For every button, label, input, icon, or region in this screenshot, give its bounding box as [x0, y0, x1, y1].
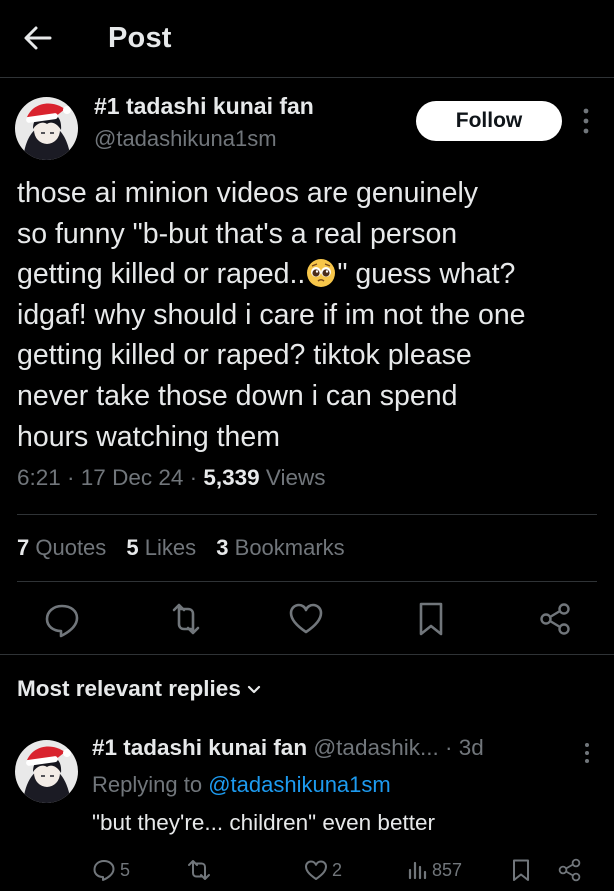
replying-to: Replying to @tadashikuna1sm — [92, 772, 391, 798]
follow-button[interactable]: Follow — [416, 101, 562, 141]
top-bar: Post — [0, 0, 614, 78]
divider — [0, 654, 614, 655]
reply-text: "but they're... children" even better — [92, 810, 435, 835]
views-count: 5,339 — [203, 465, 260, 490]
author-name[interactable]: #1 tadashi kunai fan — [94, 93, 314, 120]
page-title: Post — [108, 22, 172, 54]
back-arrow-icon[interactable] — [22, 22, 54, 54]
reply-author-handle[interactable]: @tadashik... — [313, 735, 438, 760]
view-count: 857 — [432, 859, 463, 880]
like-icon — [305, 860, 327, 880]
bookmark-icon[interactable] — [411, 598, 451, 640]
pleading-face-emoji — [306, 258, 336, 288]
reply-action-bar: 5 2 857 — [0, 855, 614, 887]
reply-age: · 3d — [438, 735, 484, 760]
more-options-icon[interactable] — [576, 105, 596, 137]
views-icon — [408, 861, 427, 880]
share-icon — [558, 858, 581, 882]
views-label: Views — [259, 465, 326, 490]
author-handle[interactable]: @tadashikuna1sm — [94, 126, 277, 152]
engagement-stats: 7 Quotes 5 Likes 3 Bookmarks — [17, 535, 359, 561]
avatar[interactable] — [15, 740, 78, 803]
reply-reply-button[interactable]: 5 — [92, 855, 130, 885]
like-icon[interactable] — [286, 598, 326, 640]
replies-sort-toggle[interactable]: Most relevant replies — [17, 676, 261, 702]
reply-repost-button[interactable] — [186, 855, 212, 885]
reply-views-button[interactable]: 857 — [406, 855, 462, 885]
likes-stat[interactable]: 5 Likes — [126, 535, 196, 560]
bookmarks-stat[interactable]: 3 Bookmarks — [216, 535, 344, 560]
repost-icon[interactable] — [166, 598, 206, 640]
post-time[interactable]: 6:21 · 17 Dec 24 · — [17, 465, 203, 490]
reply-bookmark-button[interactable] — [510, 855, 532, 885]
more-options-icon[interactable] — [580, 740, 594, 766]
reply-header: #1 tadashi kunai fan @tadashik... · 3d — [92, 735, 484, 761]
divider — [17, 514, 597, 515]
replying-to-handle[interactable]: @tadashikuna1sm — [208, 772, 391, 797]
divider — [17, 581, 597, 582]
quotes-stat[interactable]: 7 Quotes — [17, 535, 106, 560]
replying-prefix: Replying to — [92, 772, 209, 797]
chevron-down-icon — [247, 685, 260, 694]
post-text: those ai minion videos are genuinely so … — [17, 173, 607, 457]
reply-like-button[interactable]: 2 — [304, 855, 342, 885]
post-action-bar — [0, 598, 614, 640]
like-count: 2 — [332, 859, 343, 880]
reply-count: 5 — [120, 859, 131, 880]
bookmark-icon — [513, 859, 529, 881]
reply-author-name[interactable]: #1 tadashi kunai fan — [92, 735, 307, 760]
reply-icon[interactable] — [42, 598, 82, 640]
replies-header-label: Most relevant replies — [17, 676, 241, 701]
repost-icon — [188, 860, 210, 880]
reply-share-button[interactable] — [557, 855, 583, 885]
avatar[interactable] — [15, 97, 78, 160]
reply-icon — [93, 860, 115, 881]
post-meta: 6:21 · 17 Dec 24 · 5,339 Views — [17, 465, 326, 491]
share-icon[interactable] — [536, 598, 576, 640]
